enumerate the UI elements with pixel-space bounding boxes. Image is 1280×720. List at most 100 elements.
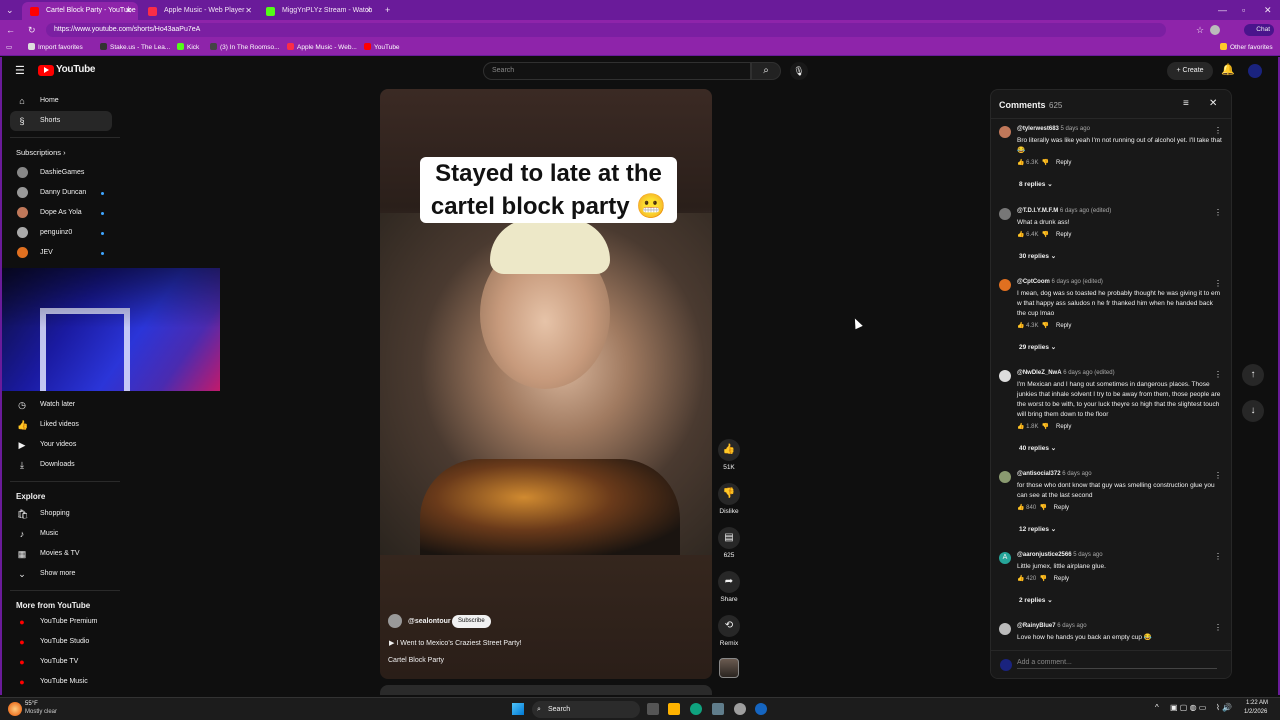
nav-shopping[interactable]: 🛍 Shopping bbox=[10, 504, 112, 524]
copilot-chat-button[interactable]: Chat bbox=[1244, 24, 1274, 36]
more-actions-icon[interactable]: ⋮ bbox=[1214, 552, 1222, 561]
start-button[interactable] bbox=[512, 703, 524, 715]
search-input[interactable]: Search bbox=[483, 62, 751, 80]
create-button[interactable]: + Create bbox=[1167, 62, 1213, 80]
sub-dashiegames[interactable]: DashieGames bbox=[10, 163, 112, 183]
short-video-player[interactable]: Stayed to late at the cartel block party… bbox=[380, 89, 712, 679]
close-window-icon[interactable]: ✕ bbox=[1264, 0, 1272, 20]
thumbs-up-icon[interactable]: 👍 bbox=[1017, 160, 1024, 166]
thumbs-up-icon[interactable]: 👍 bbox=[1017, 505, 1024, 511]
close-tab-icon[interactable]: ✕ bbox=[125, 2, 132, 20]
clock-time[interactable]: 1:22 AM bbox=[1246, 700, 1268, 706]
app-icon[interactable] bbox=[734, 703, 746, 715]
add-comment-input[interactable]: Add a comment... bbox=[1017, 659, 1217, 669]
search-button[interactable]: ⌕ bbox=[751, 62, 781, 80]
tab-search-icon[interactable]: ⌄ bbox=[6, 0, 14, 20]
minimize-icon[interactable]: — bbox=[1218, 0, 1227, 20]
comment-avatar[interactable] bbox=[999, 370, 1011, 382]
nav-shorts[interactable]: § Shorts bbox=[10, 111, 112, 131]
nav-watch-later[interactable]: ◷ Watch later bbox=[10, 395, 112, 415]
file-explorer-icon[interactable] bbox=[668, 703, 680, 715]
comment-avatar[interactable] bbox=[999, 279, 1011, 291]
reply-button[interactable]: Reply bbox=[1056, 160, 1071, 166]
nav-youtube-tv[interactable]: ● YouTube TV bbox=[10, 652, 112, 672]
view-replies-button[interactable]: 40 replies ⌄ bbox=[1019, 444, 1056, 452]
tab-youtube[interactable]: Cartel Block Party - YouTube ✕ bbox=[22, 2, 138, 20]
close-tab-icon[interactable]: ✕ bbox=[365, 2, 372, 20]
reply-button[interactable]: Reply bbox=[1056, 323, 1071, 329]
comment-avatar[interactable]: A bbox=[999, 552, 1011, 564]
bookmark-roomsomething[interactable]: (3) In The Roomso... bbox=[210, 40, 280, 56]
new-tab-icon[interactable]: + bbox=[385, 0, 390, 20]
bookmark-stake[interactable]: Stake.us - The Lea... bbox=[100, 40, 170, 56]
sub-danny-duncan[interactable]: Danny Duncan bbox=[10, 183, 112, 203]
dislike-button[interactable]: 👎 bbox=[718, 483, 740, 505]
favorites-icon[interactable]: ☆ bbox=[1196, 20, 1204, 40]
more-actions-icon[interactable]: ⋮ bbox=[1214, 623, 1222, 632]
nav-home[interactable]: ⌂ Home bbox=[10, 91, 112, 111]
thumbs-down-icon[interactable]: 👎 bbox=[1042, 160, 1049, 166]
notifications-bell-icon[interactable]: 🔔 bbox=[1221, 63, 1235, 76]
thumbs-up-icon[interactable]: 👍 bbox=[1017, 232, 1024, 238]
comment-avatar[interactable] bbox=[999, 623, 1011, 635]
tab-apple-music[interactable]: Apple Music - Web Player ✕ bbox=[140, 2, 258, 20]
reply-button[interactable]: Reply bbox=[1054, 576, 1069, 582]
bookmark-youtube[interactable]: YouTube bbox=[364, 40, 400, 56]
sub-penguinz0[interactable]: penguinz0 bbox=[10, 223, 112, 243]
thumbs-down-icon[interactable]: 👎 bbox=[1040, 576, 1047, 582]
subscriptions-header[interactable]: Subscriptions › bbox=[16, 148, 66, 157]
nav-music[interactable]: ♪ Music bbox=[10, 524, 112, 544]
tray-apps-icon[interactable]: ▣ ▢ ◍ ▭ bbox=[1170, 703, 1206, 712]
tray-overflow-icon[interactable]: ^ bbox=[1155, 703, 1159, 712]
wifi-volume-icon[interactable]: ⌇ 🔊 bbox=[1216, 703, 1232, 712]
nav-movies-tv[interactable]: ▦ Movies & TV bbox=[10, 544, 112, 564]
next-short-button[interactable]: ↓ bbox=[1242, 400, 1264, 422]
thumbs-down-icon[interactable]: 👎 bbox=[1042, 424, 1049, 430]
thumbs-down-icon[interactable]: 👎 bbox=[1040, 505, 1047, 511]
bookmark-apple-music[interactable]: Apple Music - Web... bbox=[287, 40, 357, 56]
reply-button[interactable]: Reply bbox=[1056, 232, 1071, 238]
more-actions-icon[interactable]: ⋮ bbox=[1214, 208, 1222, 217]
view-replies-button[interactable]: 29 replies ⌄ bbox=[1019, 343, 1056, 351]
share-button[interactable]: ➦ bbox=[718, 571, 740, 593]
sound-thumbnail[interactable] bbox=[719, 658, 739, 678]
refresh-icon[interactable]: ↻ bbox=[28, 20, 36, 40]
bookmarks-icon[interactable]: ▭ bbox=[6, 40, 12, 56]
bookmark-import[interactable]: Import favorites bbox=[28, 40, 83, 56]
comment-avatar[interactable] bbox=[999, 208, 1011, 220]
edge-browser-icon[interactable] bbox=[690, 703, 702, 715]
view-replies-button[interactable]: 12 replies ⌄ bbox=[1019, 525, 1056, 533]
sub-jev[interactable]: JEV bbox=[10, 243, 112, 263]
close-comments-icon[interactable]: ✕ bbox=[1209, 98, 1217, 109]
comment-avatar[interactable] bbox=[999, 126, 1011, 138]
reply-button[interactable]: Reply bbox=[1056, 424, 1071, 430]
hamburger-menu-icon[interactable]: ☰ bbox=[15, 64, 25, 77]
reply-button[interactable]: Reply bbox=[1054, 505, 1069, 511]
sort-icon[interactable]: ≡ bbox=[1183, 98, 1189, 109]
nav-liked-videos[interactable]: 👍 Liked videos bbox=[10, 415, 112, 435]
thumbs-down-icon[interactable]: 👎 bbox=[1042, 232, 1049, 238]
subscribe-button[interactable]: Subscribe bbox=[452, 615, 491, 628]
close-tab-icon[interactable]: ✕ bbox=[245, 2, 252, 20]
account-avatar[interactable] bbox=[1248, 64, 1262, 78]
settings-gear-icon[interactable] bbox=[712, 703, 724, 715]
weather-icon[interactable] bbox=[8, 702, 22, 716]
more-actions-icon[interactable]: ⋮ bbox=[1214, 370, 1222, 379]
nav-youtube-music[interactable]: ● YouTube Music bbox=[10, 672, 112, 692]
nav-your-videos[interactable]: ▶ Your videos bbox=[10, 435, 112, 455]
thumbs-down-icon[interactable]: 👎 bbox=[1042, 323, 1049, 329]
voice-search-icon[interactable]: 🎙 bbox=[790, 62, 808, 80]
youtube-logo-text[interactable]: YouTube bbox=[56, 64, 96, 75]
nav-youtube-premium[interactable]: ● YouTube Premium bbox=[10, 612, 112, 632]
other-favorites[interactable]: Other favorites bbox=[1220, 40, 1273, 56]
bookmark-kick[interactable]: Kick bbox=[177, 40, 199, 56]
clock-date[interactable]: 1/2/2026 bbox=[1244, 709, 1267, 715]
taskbar-search[interactable]: ⌕ Search bbox=[532, 701, 640, 718]
nav-show-more[interactable]: ⌄ Show more bbox=[10, 564, 112, 584]
channel-handle[interactable]: @sealontour bbox=[408, 618, 451, 625]
comment-avatar[interactable] bbox=[999, 471, 1011, 483]
thumbs-up-icon[interactable]: 👍 bbox=[1017, 323, 1024, 329]
nav-downloads[interactable]: ⤓ Downloads bbox=[10, 455, 112, 475]
task-view-icon[interactable] bbox=[647, 703, 659, 715]
profile-avatar[interactable] bbox=[1210, 25, 1220, 35]
